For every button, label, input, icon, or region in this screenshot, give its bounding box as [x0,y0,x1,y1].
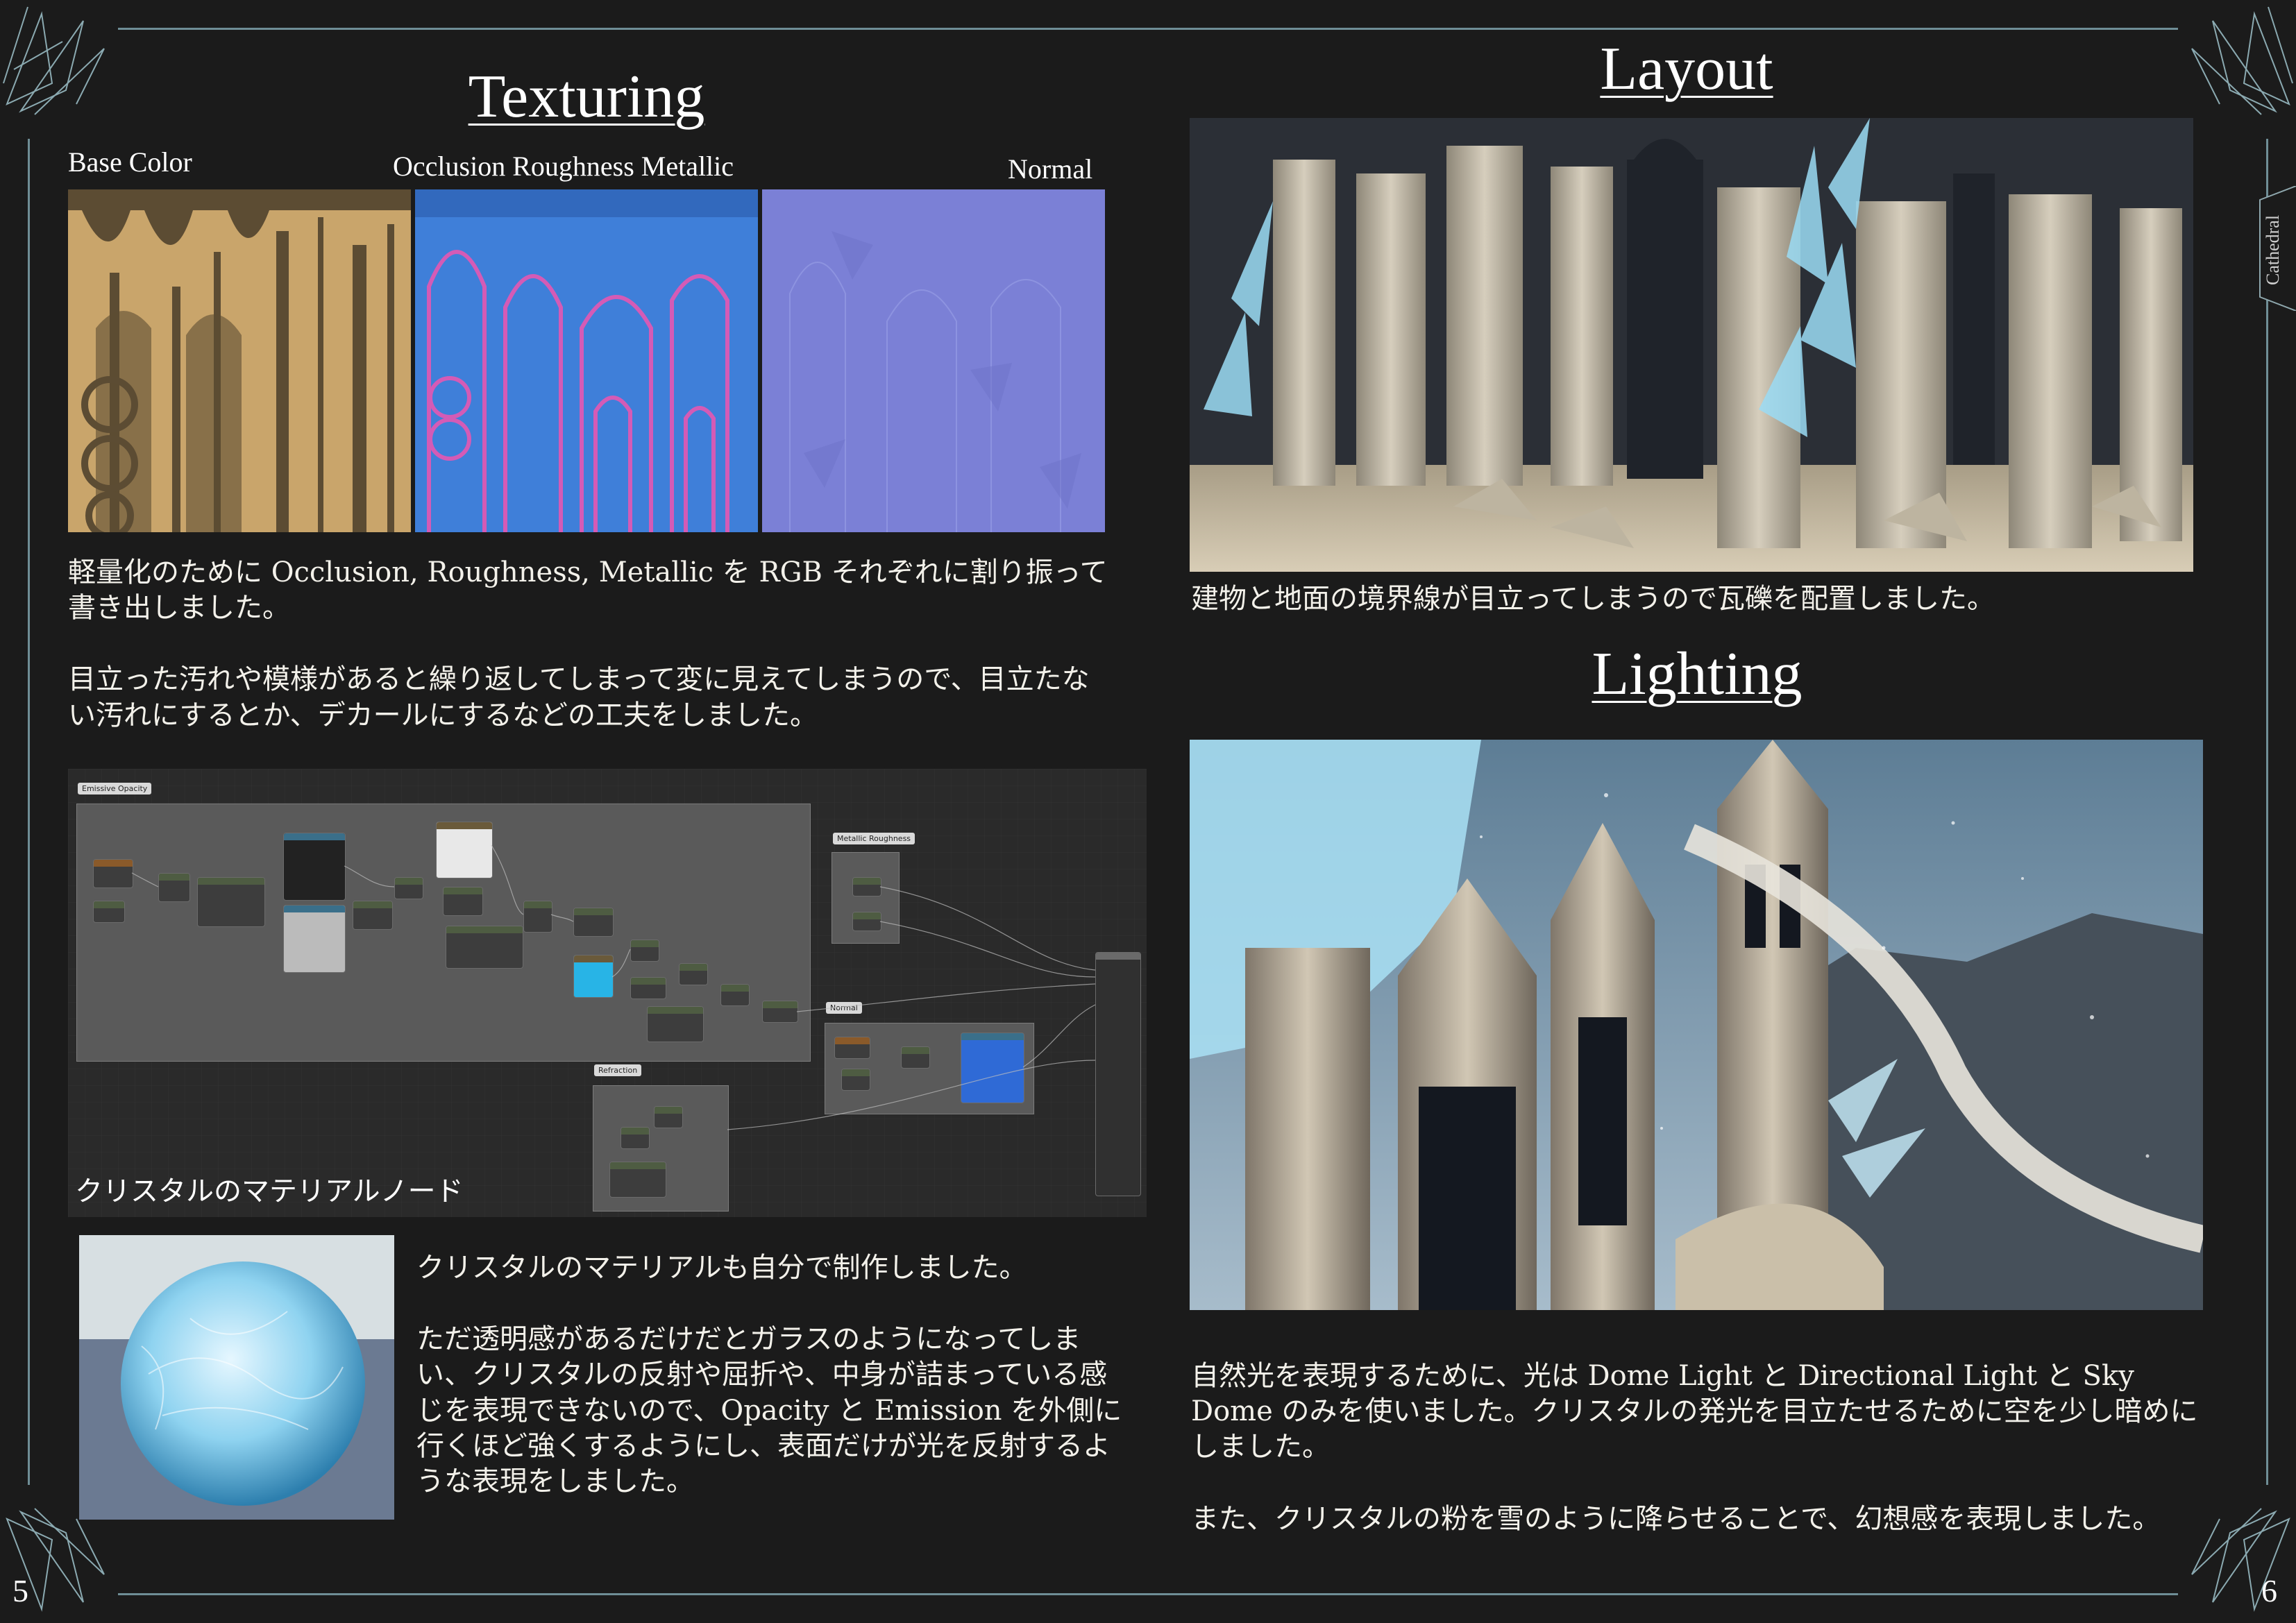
lighting-text: 自然光を表現するために、光は Dome Light と Directional … [1191,1359,2211,1537]
node-m [647,1006,704,1042]
node-graph-caption: クリスタルのマテリアルノード [75,1175,464,1207]
frame-right-line [2266,139,2268,1485]
lighting-title: Lighting [1592,640,1803,708]
lighting-paragraph-2: また、クリスタルの粉を雪のように降らせることで、幻想感を表現しました。 [1191,1502,2161,1535]
node-normal-2 [841,1069,870,1091]
node-o [720,984,750,1006]
node-noise-1 [283,833,346,901]
crystal-corner-top-left-icon [3,6,105,115]
node-l [630,977,666,999]
texturing-title: Texturing [468,63,705,130]
crystal-sphere-preview [79,1235,394,1520]
orm-texture [415,189,758,532]
node-white [436,822,493,878]
node-n [679,963,708,985]
node-f [394,877,423,899]
node-a [93,859,133,888]
node-b [93,901,125,923]
crystal-paragraph-2: ただ透明感があるだけだとガラスのようになってしまい、クリスタルの反射や屈折や、中… [416,1323,1122,1497]
node-g [443,887,483,916]
base-color-label: Base Color [68,146,192,178]
node-normal-map [961,1033,1024,1103]
node-p [762,1001,798,1023]
orm-label: Occlusion Roughness Metallic [393,151,734,182]
side-tab-label: Cathedral [2263,214,2283,285]
group-tag-emissive-opacity: Emissive Opacity [78,783,152,794]
node-i [523,901,552,933]
texturing-paragraph-2: 目立った汚れや模様があると繰り返してしまって変に見えてしまうので、目立たない汚れ… [68,663,1090,731]
node-k [630,940,659,962]
texturing-paragraph-1: 軽量化のために Occlusion, Roughness, Metallic を… [68,556,1108,624]
node-mr-2 [852,912,881,931]
normal-label: Normal [1008,153,1093,185]
node-normal-3 [901,1046,930,1069]
group-tag-metallic-roughness: Metallic Roughness [833,833,915,844]
group-tag-refraction: Refraction [594,1064,642,1076]
node-ref-1 [621,1127,650,1149]
crystal-node-graph: Emissive Opacity Metallic Roughness Norm… [68,769,1147,1217]
layout-title: Layout [1600,35,1773,103]
crystal-corner-top-right-icon [2191,6,2293,115]
lighting-render [1190,740,2203,1310]
page-number-left: 5 [12,1573,28,1608]
normal-texture [762,189,1105,532]
node-ref-3 [609,1162,666,1198]
node-cyan [573,955,614,998]
group-tag-normal: Normal [826,1002,862,1014]
frame-left-line [28,139,30,1485]
layout-caption: 建物と地面の境界線が目立ってしまうので瓦礫を配置しました。 [1191,583,1995,615]
base-color-texture [68,189,411,532]
crystal-paragraph-1: クリスタルのマテリアルも自分で制作しました。 [416,1252,1027,1284]
node-mr-1 [852,877,881,897]
node-j [573,908,614,937]
node-c [158,873,190,902]
texturing-text: 軽量化のために Occlusion, Roughness, Metallic を… [68,555,1109,733]
lighting-paragraph-1: 自然光を表現するために、光は Dome Light と Directional … [1191,1360,2198,1463]
frame-top-line [118,28,2178,30]
node-h [446,926,523,969]
node-output [1095,952,1141,1196]
node-noise-2 [283,905,346,973]
node-e [353,901,393,930]
node-ref-2 [654,1106,683,1128]
crystal-text: クリスタルのマテリアルも自分で制作しました。 ただ透明感があるだけだとガラスのよ… [416,1250,1131,1499]
frame-bottom-line [118,1593,2178,1595]
page-number-right: 6 [2261,1573,2277,1608]
node-normal-1 [834,1037,870,1059]
node-d [197,877,265,927]
layout-render [1190,118,2193,572]
